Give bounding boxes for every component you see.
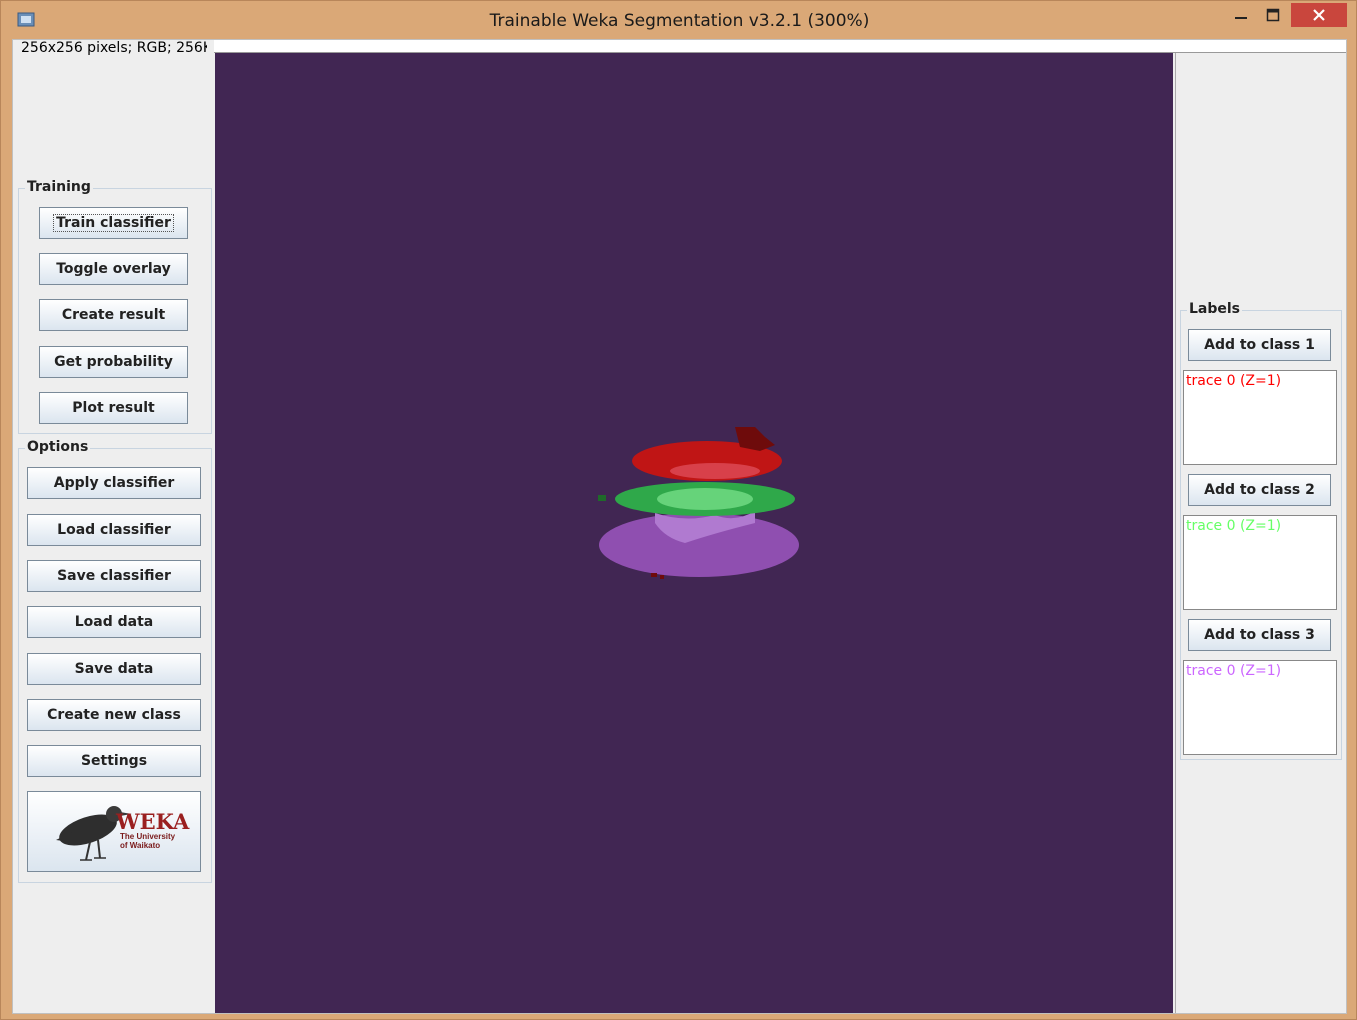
weka-subtitle-line1: The University — [120, 832, 176, 841]
options-legend: Options — [25, 439, 91, 455]
add-to-class-2-button[interactable]: Add to class 2 — [1188, 474, 1331, 506]
labels-legend: Labels — [1187, 301, 1243, 317]
weka-brand-text: WEKA — [115, 809, 190, 834]
class-2-trace-list[interactable]: trace 0 (Z=1) — [1183, 515, 1337, 610]
minimize-icon — [1235, 17, 1247, 19]
apply-classifier-button[interactable]: Apply classifier — [27, 467, 201, 499]
segmentation-overlay — [598, 427, 799, 579]
add-to-class-1-button[interactable]: Add to class 1 — [1188, 329, 1331, 361]
create-new-class-button[interactable]: Create new class — [27, 699, 201, 731]
plot-result-button[interactable]: Plot result — [39, 392, 188, 424]
settings-button[interactable]: Settings — [27, 745, 201, 777]
class-3-trace-list[interactable]: trace 0 (Z=1) — [1183, 660, 1337, 755]
toggle-overlay-button[interactable]: Toggle overlay — [39, 253, 188, 285]
client-area: 256x256 pixels; RGB; 256K Training Train… — [12, 39, 1347, 1014]
class-2-trace-item[interactable]: trace 0 (Z=1) — [1186, 518, 1334, 534]
class-1-trace-item[interactable]: trace 0 (Z=1) — [1186, 373, 1334, 389]
noise-speckle — [651, 573, 657, 577]
close-button[interactable] — [1291, 3, 1347, 27]
image-info-text: 256x256 pixels; RGB; 256K — [21, 40, 207, 56]
class-3-trace-item[interactable]: trace 0 (Z=1) — [1186, 663, 1334, 679]
train-classifier-label: Train classifier — [53, 214, 174, 232]
noise-speckle — [598, 495, 606, 501]
noise-speckle — [660, 575, 664, 579]
weka-bird-logo: WEKA The University of Waikato — [56, 806, 190, 861]
add-to-class-3-button[interactable]: Add to class 3 — [1188, 619, 1331, 651]
labels-panel: Labels Add to class 1 trace 0 (Z=1) Add … — [1175, 53, 1346, 1013]
save-classifier-button[interactable]: Save classifier — [27, 560, 201, 592]
image-canvas[interactable] — [215, 53, 1173, 1013]
title-bar[interactable]: Trainable Weka Segmentation v3.2.1 (300%… — [1, 1, 1357, 39]
maximize-icon — [1266, 8, 1280, 22]
minimize-button[interactable] — [1227, 3, 1255, 27]
app-window: Trainable Weka Segmentation v3.2.1 (300%… — [0, 0, 1357, 1020]
window-title: Trainable Weka Segmentation v3.2.1 (300%… — [489, 11, 870, 31]
class-2-highlight — [657, 488, 753, 510]
training-legend: Training — [25, 179, 93, 195]
weka-subtitle-line2: of Waikato — [120, 841, 160, 850]
get-probability-button[interactable]: Get probability — [39, 346, 188, 378]
save-data-button[interactable]: Save data — [27, 653, 201, 685]
class-1-trace-list[interactable]: trace 0 (Z=1) — [1183, 370, 1337, 465]
class-1-highlight — [670, 463, 760, 479]
create-result-button[interactable]: Create result — [39, 299, 188, 331]
load-data-button[interactable]: Load data — [27, 606, 201, 638]
load-classifier-button[interactable]: Load classifier — [27, 514, 201, 546]
train-classifier-button[interactable]: Train classifier — [39, 207, 188, 239]
weka-logo-button[interactable]: WEKA The University of Waikato — [27, 791, 201, 872]
close-icon — [1313, 9, 1325, 21]
maximize-button[interactable] — [1259, 3, 1287, 27]
top-strip — [214, 40, 1346, 53]
